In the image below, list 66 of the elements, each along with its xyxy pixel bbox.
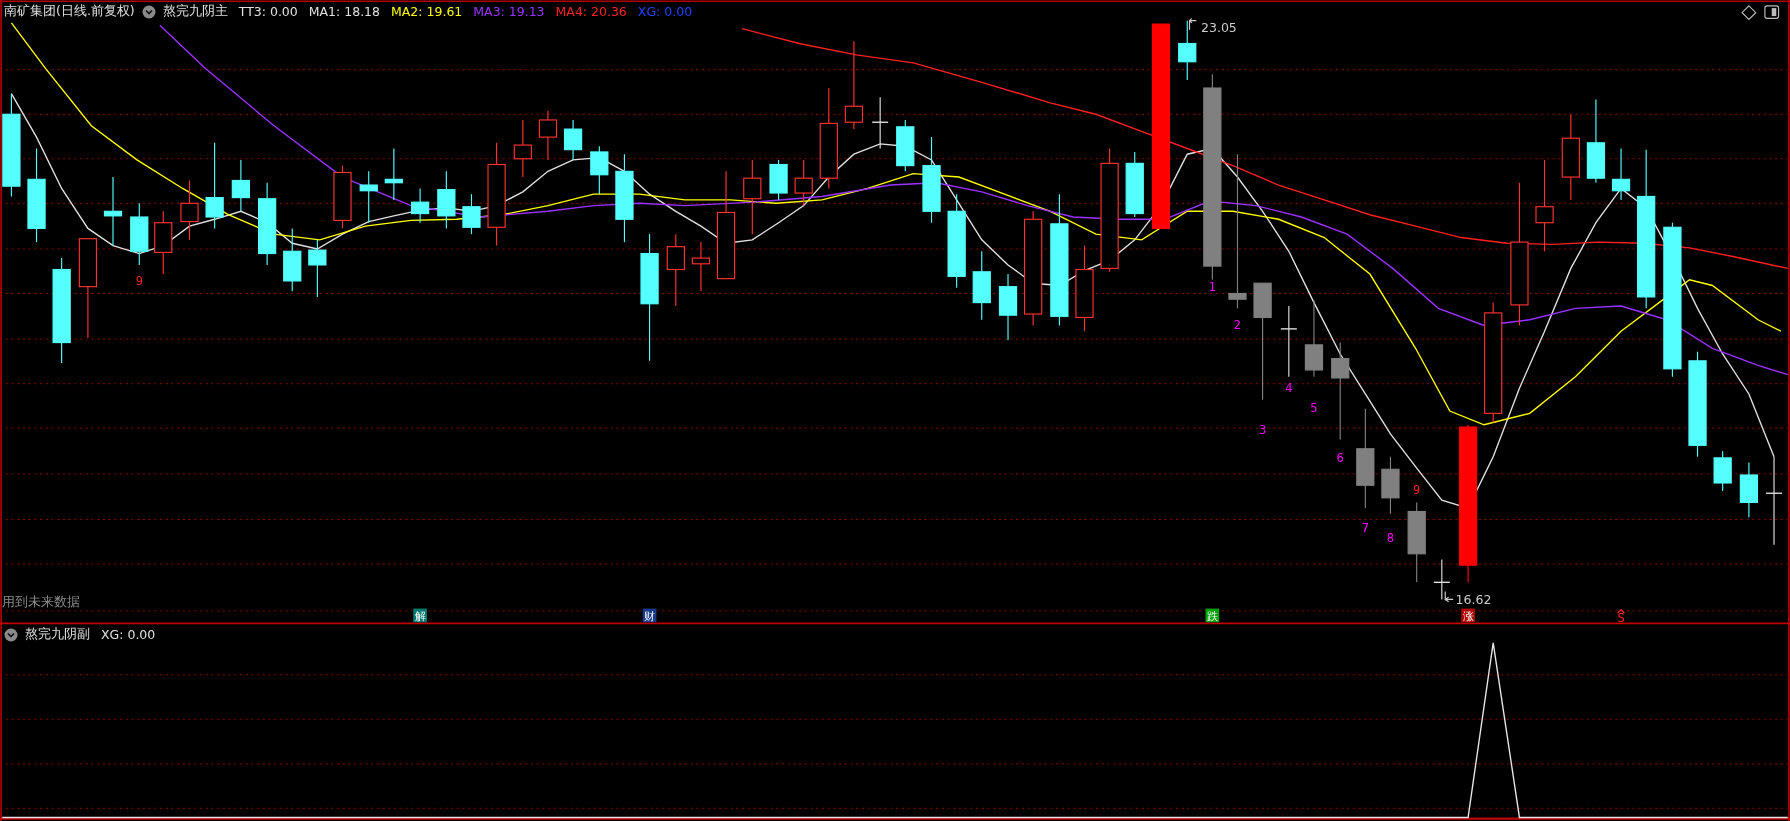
count-label: 5 [1310,401,1318,416]
candlestick [308,239,327,298]
candlestick [462,193,481,235]
count-label: 4 [1285,380,1293,395]
signal-label: 解 [414,609,426,623]
indicator-value: MA3: 19.13 [473,4,545,19]
candlestick [1611,147,1631,201]
arrow-icon [1188,17,1197,31]
dropdown-icon[interactable] [141,4,156,19]
candlestick [896,119,915,172]
caret-icon [1616,608,1626,614]
signal-label: S [1617,611,1625,626]
count-label: 9 [135,274,143,289]
count-label: 2 [1233,317,1242,332]
candlestick [998,273,1018,341]
arrow-icon [1444,590,1454,603]
indicator-value: MA4: 20.36 [555,4,627,19]
candlestick [590,145,609,195]
count-label: 8 [1386,531,1395,546]
candlestick [691,241,711,292]
candlestick [538,110,558,161]
candlestick [384,147,403,201]
indicator-name: 熬完九阴主 [162,3,228,20]
indicator-name: 熬完九阴副 [25,626,90,643]
candlestick [871,96,889,150]
candlestick [180,179,199,241]
indicator-value: XG: 0.00 [637,4,693,19]
candlestick [513,119,532,178]
high-price-label: 23.05 [1200,20,1237,36]
candlestick [283,227,302,292]
candlestick [1125,151,1144,218]
signal-label: 跌 [1206,609,1218,623]
candlestick [333,165,352,229]
candlestick [130,202,149,266]
indicator-value: TT3: 0.00 [238,4,298,19]
candlestick [437,170,456,229]
candlestick [769,159,788,201]
count-label: 1 [1208,280,1216,295]
candlestick [563,119,583,161]
warning-text: 用到未来数据 [2,594,81,610]
count-label: 3 [1258,422,1267,437]
candlestick [1178,20,1197,81]
dropdown-icon[interactable] [4,627,18,642]
candlestick [410,187,430,224]
signal-label: 财 [644,609,656,623]
candlestick [794,159,813,207]
candlestick [103,176,123,247]
candlestick [231,159,250,212]
candlestick [154,210,173,275]
candlestick [1433,558,1451,600]
candlestick [972,250,991,321]
security-title: 南矿集团(日线.前复权) [4,3,135,20]
low-price-label: 16.62 [1455,592,1492,607]
signal-label: 涨 [1462,609,1474,623]
count-label: 9 [1413,483,1421,498]
count-label: 7 [1361,521,1369,536]
indicator-value: MA1: 18.18 [308,4,381,19]
candlestick [1739,461,1759,518]
panel-toggle-icon[interactable] [1764,5,1780,19]
indicator-value: MA2: 19.61 [391,4,463,19]
candlestick [1713,450,1732,492]
candlestick [359,170,378,224]
diamond-icon[interactable] [1741,5,1757,21]
candlestick [1381,456,1400,515]
count-label: 6 [1336,451,1344,466]
indicator-value: XG: 0.00 [101,627,156,642]
